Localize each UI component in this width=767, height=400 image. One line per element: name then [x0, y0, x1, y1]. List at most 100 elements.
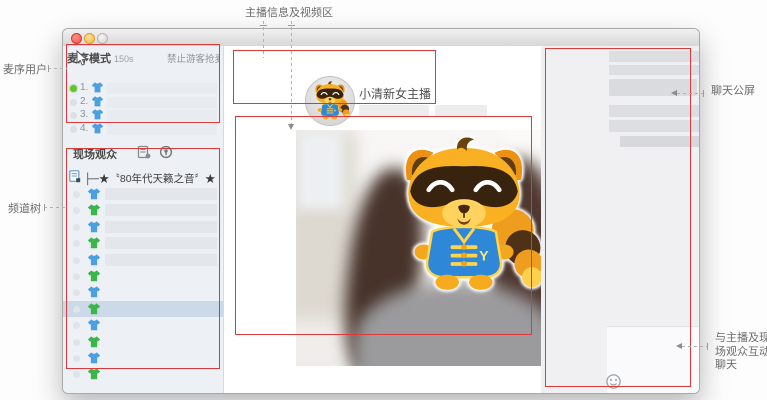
anchor-avatar	[305, 76, 355, 126]
member-status-dot	[73, 223, 80, 231]
mic-queue-number: 3.	[80, 109, 89, 120]
chat-message-placeholder	[620, 136, 699, 147]
mic-queue-row[interactable]: 1.	[63, 82, 223, 95]
screenshot-root: 麦序模式 150s 禁止游客抢麦 1. 2. 3. 4. 现场观众 ├─★〝80…	[0, 0, 767, 400]
chat-message-placeholder	[609, 51, 699, 62]
anchor-name: 小清新女主播	[359, 87, 432, 101]
location-pin-icon[interactable]	[159, 145, 173, 159]
leader-tick	[260, 25, 267, 26]
mic-user-name-placeholder	[107, 83, 217, 94]
tree-member-row[interactable]	[63, 317, 223, 333]
tree-member-row[interactable]	[63, 366, 223, 382]
member-status-dot	[73, 289, 80, 297]
member-status-dot	[73, 207, 80, 215]
mic-user-name-placeholder	[107, 110, 217, 121]
anchor-info-placeholder	[359, 105, 429, 117]
member-name-placeholder	[105, 220, 217, 233]
mic-queue-number: 1.	[80, 82, 89, 93]
mic-queue-row[interactable]: 2.	[63, 96, 223, 109]
shirt-icon	[87, 269, 101, 283]
leader-arrow-left	[671, 90, 677, 96]
annotation-label-public-chat: 聊天公屏	[711, 85, 755, 97]
channel-member-list	[63, 186, 223, 383]
tree-member-row[interactable]	[63, 219, 223, 235]
shirt-icon	[87, 285, 101, 299]
shirt-icon	[91, 108, 104, 121]
leader-tick	[48, 65, 49, 72]
tree-member-row[interactable]	[63, 235, 223, 251]
tree-member-row[interactable]	[63, 252, 223, 268]
tree-member-row[interactable]	[63, 284, 223, 300]
leader-tick	[288, 25, 295, 26]
chat-message-placeholder	[609, 105, 699, 117]
member-status-dot	[73, 322, 80, 330]
chat-panel	[541, 46, 699, 393]
mic-queue-list: 1. 2. 3. 4.	[63, 82, 223, 136]
tree-member-row[interactable]	[63, 202, 223, 218]
idle-indicator-dot	[70, 112, 77, 119]
mic-mode-hint: 禁止游客抢麦	[166, 54, 219, 64]
channel-node-icon	[69, 170, 81, 183]
tree-member-row[interactable]	[63, 268, 223, 284]
member-status-dot	[73, 256, 80, 264]
left-sidebar: 麦序模式 150s 禁止游客抢麦 1. 2. 3. 4. 现场观众 ├─★〝80…	[63, 46, 224, 393]
shirt-icon	[87, 236, 101, 250]
idle-indicator-dot	[70, 125, 77, 133]
app-window: 麦序模式 150s 禁止游客抢麦 1. 2. 3. 4. 现场观众 ├─★〝80…	[62, 28, 700, 394]
leader-tick	[707, 343, 708, 350]
mic-mode-header: 麦序模式 150s 禁止游客抢麦	[67, 49, 219, 64]
speaking-indicator-dot	[70, 85, 77, 92]
mic-queue-number: 4.	[80, 122, 89, 134]
channel-name: ├─★〝80年代天籁之音〞★	[84, 173, 216, 185]
shirt-icon	[87, 253, 101, 267]
annotation-label-channel-tree: 频道树	[8, 203, 41, 215]
shirt-icon	[87, 335, 101, 349]
smiley-emoticon-icon[interactable]	[605, 373, 622, 390]
shirt-icon	[87, 220, 101, 234]
shirt-icon	[87, 318, 101, 332]
photo-collar-shape	[296, 130, 344, 210]
minimize-window-button[interactable]	[84, 33, 95, 44]
leader-line	[48, 68, 67, 69]
member-status-dot	[73, 272, 80, 280]
roster-icon[interactable]	[137, 145, 151, 159]
tree-member-row[interactable]	[63, 334, 223, 350]
mic-queue-row[interactable]: 4.	[63, 123, 223, 136]
member-name-placeholder	[105, 188, 217, 200]
shirt-icon	[87, 187, 101, 201]
leader-line	[44, 207, 67, 208]
mic-queue-row[interactable]: 3.	[63, 109, 223, 122]
shirt-icon	[91, 122, 104, 135]
leader-line	[291, 21, 292, 124]
member-name-placeholder	[105, 204, 217, 217]
zoom-window-button[interactable]	[97, 33, 108, 44]
annotation-label-video-info: 主播信息及视频区	[245, 7, 333, 19]
member-name-placeholder	[105, 237, 217, 250]
close-window-button[interactable]	[71, 33, 82, 44]
mic-queue-number: 2.	[80, 95, 89, 107]
mic-user-name-placeholder	[107, 123, 217, 135]
channel-tree-panel: ├─★〝80年代天籁之音〞★	[63, 168, 223, 383]
member-status-dot	[73, 240, 80, 248]
chat-message-placeholder	[609, 120, 699, 132]
audience-title: 现场观众	[73, 149, 117, 161]
audience-header: 现场观众	[63, 144, 223, 162]
tree-member-row[interactable]	[63, 186, 223, 202]
tree-member-row[interactable]	[63, 350, 223, 366]
tree-member-row-selected[interactable]	[63, 300, 223, 318]
window-titlebar[interactable]	[63, 29, 699, 47]
shirt-icon	[87, 367, 101, 381]
channel-tree-title-row[interactable]: ├─★〝80年代天籁之音〞★	[63, 168, 223, 186]
member-name-placeholder	[105, 253, 217, 266]
mic-mode-timer: 150s	[114, 54, 134, 64]
leader-line	[677, 93, 704, 94]
member-status-dot	[73, 371, 80, 379]
idle-indicator-dot	[70, 98, 77, 106]
leader-tick	[703, 90, 704, 97]
mouse-cursor	[76, 50, 88, 66]
anchor-info-placeholder	[435, 105, 487, 117]
member-status-dot	[73, 191, 80, 198]
mic-mode-title: 麦序模式	[67, 53, 111, 64]
shirt-icon	[87, 302, 101, 316]
member-status-dot	[73, 305, 80, 313]
